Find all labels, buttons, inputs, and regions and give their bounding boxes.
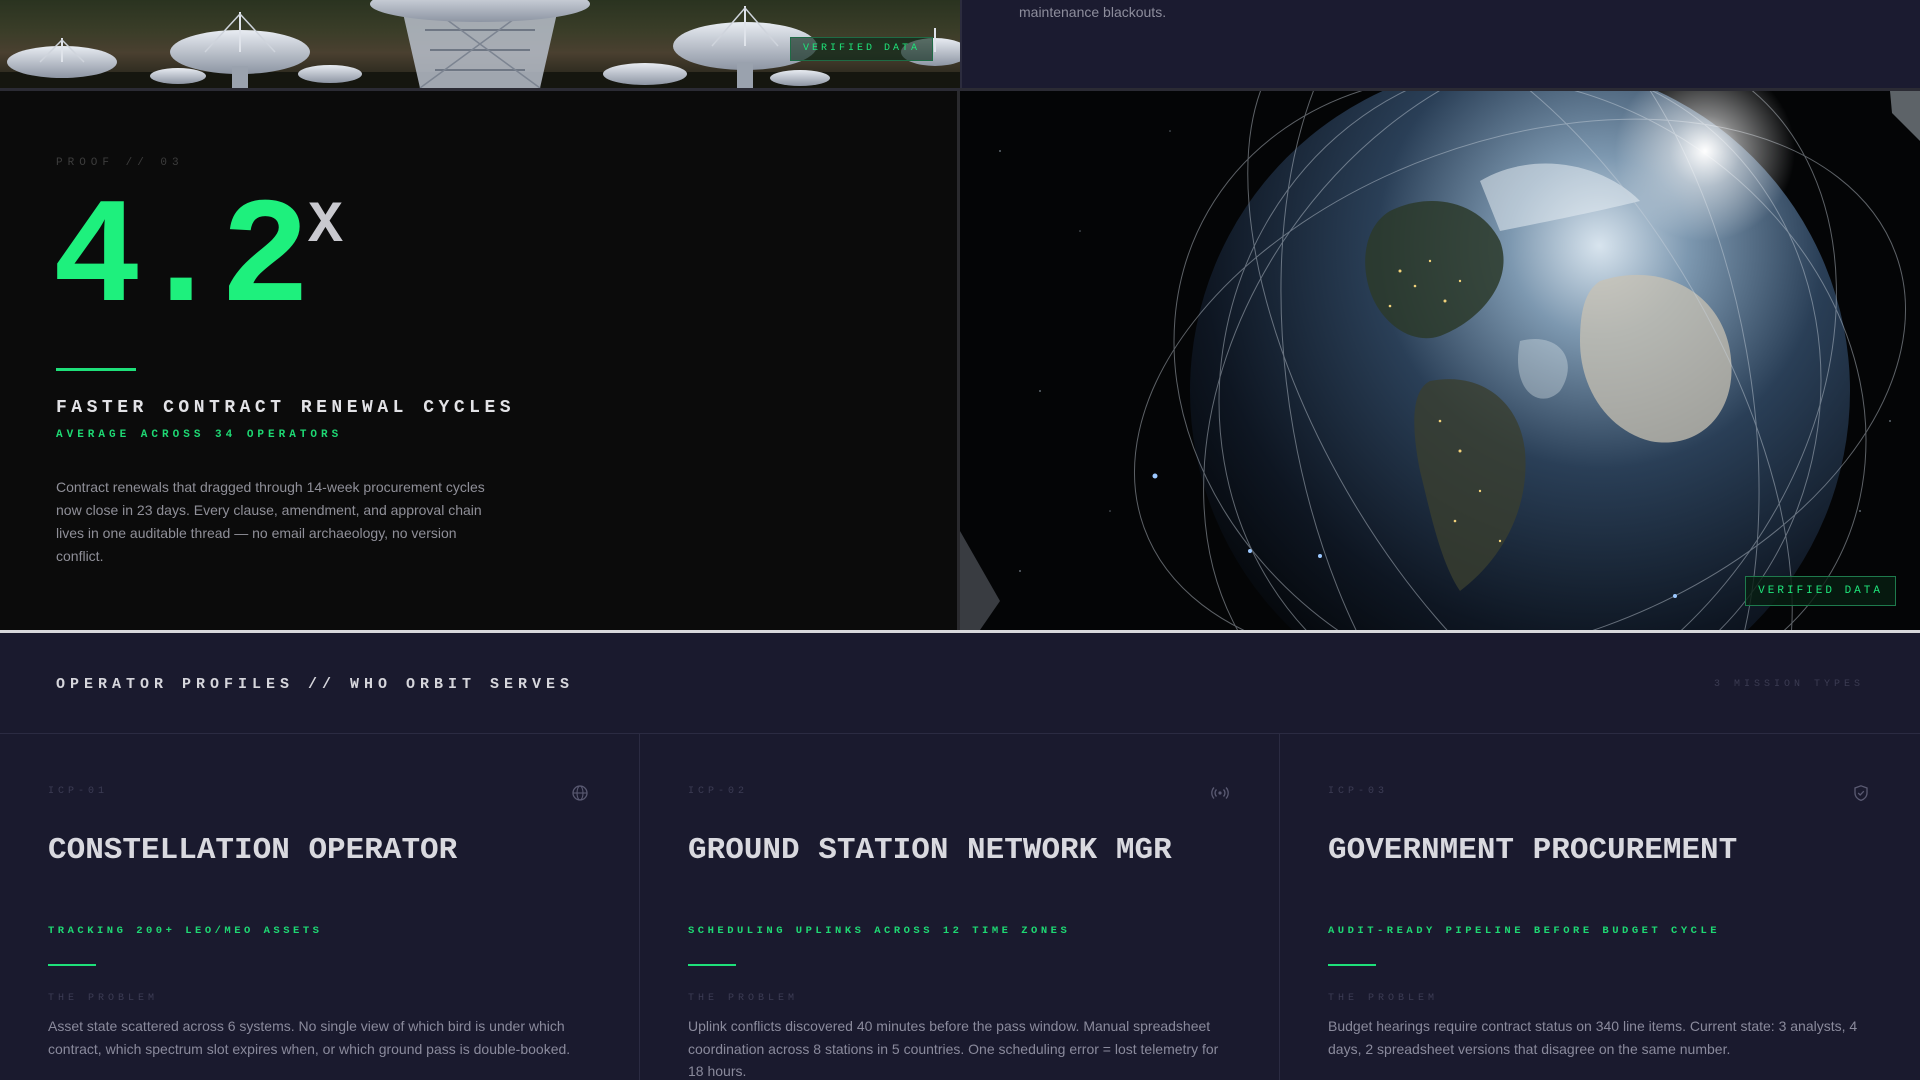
card-tagline: SCHEDULING UPLINKS ACROSS 12 TIME ZONES (688, 925, 1071, 937)
earth-illustration (960, 91, 1920, 630)
problem-label: THE PROBLEM (48, 993, 159, 1004)
card-title: GROUND STATION NETWORK MGR (688, 833, 1172, 868)
previous-proof-panel: maintenance blackouts. (962, 0, 1920, 88)
proof-eyebrow: PROOF // 03 (56, 157, 184, 169)
stat-figure: 4.2 X (52, 186, 343, 336)
accent-rule (1328, 964, 1376, 966)
stat-value: 4.2 (52, 176, 310, 346)
section-title: OPERATOR PROFILES // WHO ORBIT SERVES (56, 676, 575, 693)
satellite-dishes-image: VERIFIED DATA (0, 0, 962, 88)
verified-data-badge: VERIFIED DATA (790, 37, 934, 61)
operator-profiles-section: OPERATOR PROFILES // WHO ORBIT SERVES 3 … (0, 633, 1920, 1080)
card-id: ICP-02 (688, 786, 749, 797)
problem-text: Uplink conflicts discovered 40 minutes b… (688, 1018, 1219, 1079)
card-tagline: TRACKING 200+ LEO/MEO ASSETS (48, 925, 323, 937)
accent-rule (56, 368, 136, 371)
proof-subtitle: AVERAGE ACROSS 34 OPERATORS (56, 429, 343, 441)
accent-rule (48, 964, 96, 966)
problem-text: Asset state scattered across 6 systems. … (48, 1018, 571, 1057)
profile-cards: ICP-01 CONSTELLATION OPERATOR TRACKING 2… (0, 734, 1920, 1080)
stat-unit: X (308, 194, 343, 259)
proof-title: FASTER CONTRACT RENEWAL CYCLES (56, 398, 516, 418)
card-id: ICP-03 (1328, 786, 1389, 797)
card-id: ICP-01 (48, 786, 109, 797)
shield-icon (1854, 785, 1868, 802)
card-tagline: AUDIT-READY PIPELINE BEFORE BUDGET CYCLE (1328, 925, 1721, 937)
accent-rule (688, 964, 736, 966)
problem-label: THE PROBLEM (1328, 993, 1439, 1004)
mission-type-count: 3 MISSION TYPES (1713, 679, 1864, 690)
profile-card-ground-station: ICP-02 GROUND STATION NETWORK MGR SCHEDU… (640, 734, 1280, 1080)
section-header: OPERATOR PROFILES // WHO ORBIT SERVES 3 … (0, 633, 1920, 734)
problem-text: Budget hearings require contract status … (1328, 1018, 1858, 1057)
globe-icon (572, 785, 588, 801)
top-strip: VERIFIED DATA maintenance blackouts. (0, 0, 1920, 88)
earth-orbit-image: VERIFIED DATA (960, 91, 1920, 630)
card-title: GOVERNMENT PROCUREMENT (1328, 833, 1738, 868)
card-title: CONSTELLATION OPERATOR (48, 833, 458, 868)
proof-body-continued: maintenance blackouts. (1019, 4, 1167, 20)
problem-label: THE PROBLEM (688, 993, 799, 1004)
profile-card-government-procurement: ICP-03 GOVERNMENT PROCUREMENT AUDIT-READ… (1280, 734, 1920, 1080)
broadcast-icon (1211, 787, 1229, 799)
proof-card: PROOF // 03 4.2 X FASTER CONTRACT RENEWA… (0, 91, 957, 630)
proof-body: Contract renewals that dragged through 1… (56, 479, 485, 564)
profile-card-constellation-operator: ICP-01 CONSTELLATION OPERATOR TRACKING 2… (0, 734, 640, 1080)
verified-data-badge: VERIFIED DATA (1745, 576, 1896, 606)
